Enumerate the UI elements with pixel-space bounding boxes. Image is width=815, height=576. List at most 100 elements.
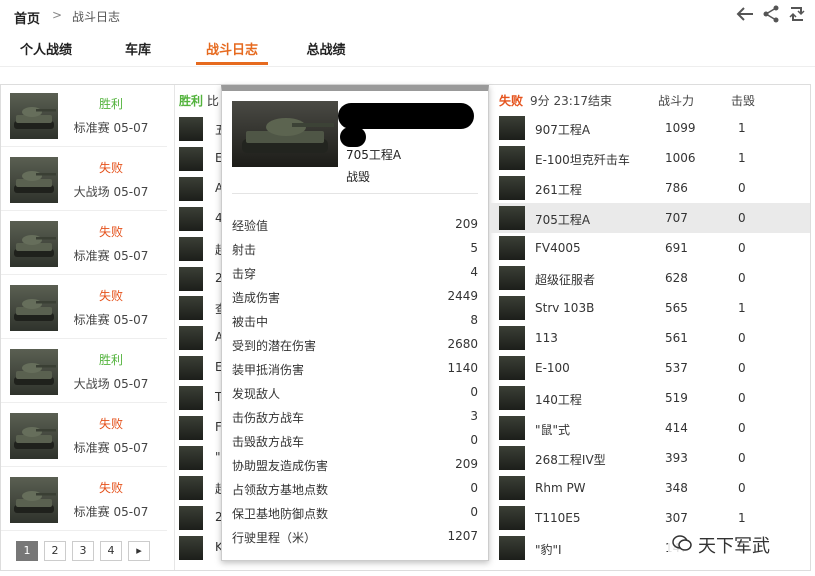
- ally-row[interactable]: 2: [179, 505, 223, 531]
- ally-row[interactable]: 查: [179, 295, 227, 321]
- divider: [0, 66, 815, 67]
- player-kills: 1: [738, 511, 746, 525]
- player-power: 307: [665, 511, 688, 525]
- ally-row[interactable]: ": [179, 445, 223, 471]
- player-row[interactable]: "鼠"式 414 0: [490, 413, 810, 443]
- battle-meta: 标准赛 05-07: [73, 505, 149, 519]
- enemy-team-column: 失败 9分 23:17结束 战斗力 击毁 907工程A 1099 1 E-100坦克歼…: [490, 85, 810, 570]
- player-tank-name: "鼠"式: [535, 423, 571, 437]
- player-row[interactable]: Strv 103B 565 1: [490, 293, 810, 323]
- player-tank-name: 140工程: [535, 393, 582, 407]
- ally-row[interactable]: 2: [179, 266, 223, 292]
- ally-tank-icon: [179, 206, 203, 231]
- player-row[interactable]: Rhm PW 348 0: [490, 473, 810, 503]
- battle-card[interactable]: 失败 大战场 05-07: [1, 149, 167, 211]
- ally-row[interactable]: K: [179, 535, 223, 561]
- ally-row[interactable]: E: [179, 146, 223, 172]
- tab-garage[interactable]: 车库: [118, 39, 158, 58]
- player-row[interactable]: 超级征服者 628 0: [490, 263, 810, 293]
- ally-row[interactable]: A: [179, 176, 223, 202]
- header-actions: [735, 4, 807, 24]
- ally-tank-icon: [179, 296, 203, 321]
- next-page-button[interactable]: ▸: [128, 541, 150, 561]
- stat-row: 造成伤害 2449: [232, 285, 478, 309]
- battle-card[interactable]: 失败 标准赛 05-07: [1, 277, 167, 339]
- player-tank-name: FV4005: [535, 241, 581, 255]
- player-tank-name: 705工程A: [535, 213, 591, 227]
- ally-row[interactable]: E: [179, 355, 223, 381]
- page-1[interactable]: 1: [16, 541, 38, 561]
- ally-row[interactable]: A: [179, 325, 223, 351]
- battle-card[interactable]: 胜利 标准赛 05-07: [1, 85, 167, 147]
- ally-result: 胜利: [179, 94, 204, 108]
- stat-row: 经验值 209: [232, 213, 478, 237]
- ally-row[interactable]: 超: [179, 475, 227, 501]
- ally-tank-icon: [179, 475, 203, 500]
- battle-card[interactable]: 胜利 大战场 05-07: [1, 341, 167, 403]
- player-tank-name: 超级征服者: [535, 273, 596, 287]
- battle-tank-thumb: [10, 285, 58, 331]
- battle-card[interactable]: 失败 标准赛 05-07: [1, 213, 167, 275]
- player-power: 691: [665, 241, 688, 255]
- watermark-text: 天下军武: [698, 536, 770, 557]
- battle-result: 失败: [98, 225, 123, 239]
- watermark: 天下军武: [668, 530, 774, 560]
- ally-row[interactable]: 超: [179, 236, 227, 262]
- breadcrumb-home[interactable]: 首页: [14, 8, 40, 27]
- player-row[interactable]: 261工程 786 0: [490, 173, 810, 203]
- back-arrow-icon[interactable]: [735, 4, 755, 24]
- stat-row: 受到的潜在伤害 2680: [232, 333, 478, 357]
- player-row[interactable]: E-100 537 0: [490, 353, 810, 383]
- player-tank-name: 113: [535, 331, 558, 345]
- tab-personal[interactable]: 个人战绩: [16, 39, 76, 58]
- ally-row[interactable]: T: [179, 385, 223, 411]
- ally-row[interactable]: 五: [179, 116, 227, 142]
- player-tank-icon: [499, 266, 525, 290]
- player-row[interactable]: FV4005 691 0: [490, 233, 810, 263]
- tank-detail-popup: 705工程A 战毁 经验值 209 射击 5 击穿 4 造成伤害 2449 被击中 8 受到的潜在伤…: [221, 85, 489, 561]
- page-3[interactable]: 3: [72, 541, 94, 561]
- stat-row: 行驶里程（米） 1207: [232, 525, 478, 549]
- player-tank-icon: [499, 416, 525, 440]
- stat-value: 1140: [447, 361, 478, 375]
- battle-card[interactable]: 失败 标准赛 05-07: [1, 469, 167, 531]
- player-row[interactable]: 140工程 519 0: [490, 383, 810, 413]
- page-4[interactable]: 4: [100, 541, 122, 561]
- player-row[interactable]: 268工程IV型 393 0: [490, 443, 810, 473]
- share-icon[interactable]: [761, 4, 781, 24]
- page-2[interactable]: 2: [44, 541, 66, 561]
- tab-overall[interactable]: 总战绩: [298, 39, 354, 58]
- player-row[interactable]: E-100坦克歼击车 1006 1: [490, 143, 810, 173]
- pagination: 1 2 3 4 ▸: [16, 541, 150, 561]
- battle-result: 失败: [98, 417, 123, 431]
- stat-value: 4: [470, 265, 478, 279]
- player-power: 537: [665, 361, 688, 375]
- refresh-icon[interactable]: [787, 4, 807, 24]
- battle-tank-thumb: [10, 349, 58, 395]
- player-power: 348: [665, 481, 688, 495]
- player-kills: 0: [738, 331, 746, 345]
- wechat-icon: [672, 534, 692, 557]
- battle-card[interactable]: 失败 标准赛 05-07: [1, 405, 167, 467]
- stat-row: 装甲抵消伤害 1140: [232, 357, 478, 381]
- stat-value: 0: [470, 505, 478, 519]
- stat-value: 0: [470, 433, 478, 447]
- player-tank-icon: [499, 506, 525, 530]
- player-row[interactable]: 705工程A 707 0: [490, 203, 810, 233]
- redacted-name: [338, 103, 474, 129]
- player-row[interactable]: 113 561 0: [490, 323, 810, 353]
- ally-row[interactable]: 4: [179, 206, 223, 232]
- ally-tank-icon: [179, 416, 203, 440]
- stat-row: 保卫基地防御点数 0: [232, 501, 478, 525]
- ally-team-header: 胜利 比: [179, 92, 219, 109]
- player-row[interactable]: 907工程A 1099 1: [490, 113, 810, 143]
- header: 首页 > 战斗日志: [0, 0, 815, 32]
- stat-label: 经验值: [232, 219, 269, 233]
- battle-meta: 大战场 05-07: [73, 185, 149, 199]
- player-tank-icon: [499, 446, 525, 470]
- tab-battle-log[interactable]: 战斗日志: [200, 39, 264, 58]
- player-row[interactable]: T110E5 307 1: [490, 503, 810, 533]
- player-power: 628: [665, 271, 688, 285]
- ally-row[interactable]: F: [179, 415, 223, 441]
- ally-tank-icon: [179, 176, 203, 201]
